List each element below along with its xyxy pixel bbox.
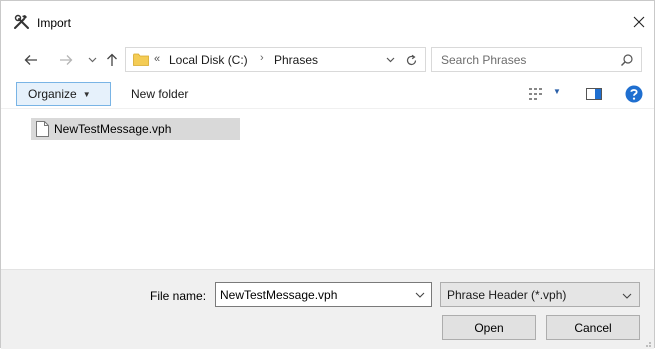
breadcrumb-local-disk[interactable]: Local Disk (C:)	[169, 53, 248, 67]
up-arrow-icon	[107, 53, 117, 66]
file-list[interactable]: NewTestMessage.vph	[1, 111, 654, 269]
chevron-down-icon	[88, 57, 96, 63]
organize-button[interactable]: Organize ▼	[16, 82, 111, 106]
file-name-value: NewTestMessage.vph	[220, 287, 338, 302]
breadcrumb-separator[interactable]: ›	[260, 52, 264, 64]
cancel-button[interactable]: Cancel	[546, 315, 640, 340]
search-input[interactable]: Search Phrases	[431, 47, 642, 72]
forward-arrow-icon	[60, 55, 73, 65]
address-bar[interactable]: « Local Disk (C:) › Phrases	[125, 47, 426, 72]
file-type-select[interactable]: Phrase Header (*.vph)	[440, 282, 640, 307]
file-type-value: Phrase Header (*.vph)	[447, 287, 567, 302]
command-bar: Organize ▼ New folder ▼	[1, 79, 654, 109]
list-item[interactable]: NewTestMessage.vph	[31, 118, 240, 140]
preview-pane-icon[interactable]	[586, 88, 602, 100]
breadcrumb-overflow[interactable]: «	[154, 53, 160, 65]
resize-grip-icon[interactable]	[642, 337, 652, 347]
window-title: Import	[37, 16, 72, 30]
refresh-button[interactable]	[402, 51, 420, 69]
chevron-down-icon	[415, 292, 425, 298]
chevron-down-icon	[386, 57, 394, 63]
close-icon	[633, 16, 645, 28]
tools-icon	[13, 14, 31, 30]
title-bar: Import	[1, 1, 654, 41]
file-name-dropdown-button[interactable]	[414, 289, 426, 301]
help-icon[interactable]	[625, 85, 643, 103]
new-folder-button[interactable]: New folder	[131, 87, 188, 101]
back-button[interactable]	[21, 49, 41, 71]
file-name: NewTestMessage.vph	[54, 122, 172, 136]
refresh-icon	[406, 54, 416, 65]
chevron-down-icon	[621, 290, 633, 302]
search-placeholder: Search Phrases	[441, 53, 527, 67]
close-button[interactable]	[624, 9, 654, 35]
organize-label: Organize	[28, 87, 77, 101]
bottom-panel: File name: NewTestMessage.vph Phrase Hea…	[1, 269, 654, 349]
up-button[interactable]	[103, 49, 121, 71]
open-button[interactable]: Open	[442, 315, 536, 340]
view-dropdown-button[interactable]: ▼	[553, 87, 561, 96]
file-icon	[36, 121, 49, 137]
folder-icon	[133, 53, 149, 66]
import-dialog: Import « Local Disk (C:) › Phrases Searc…	[0, 0, 655, 349]
breadcrumb-phrases[interactable]: Phrases	[274, 53, 318, 67]
forward-button[interactable]	[56, 49, 76, 71]
view-options-icon[interactable]	[528, 87, 544, 101]
back-arrow-icon	[24, 55, 37, 65]
file-name-label: File name:	[150, 289, 207, 303]
address-dropdown-button[interactable]	[382, 52, 398, 68]
file-name-field[interactable]: NewTestMessage.vph	[215, 282, 432, 307]
search-icon[interactable]	[620, 53, 634, 67]
caret-down-icon: ▼	[82, 89, 91, 99]
address-row: « Local Disk (C:) › Phrases Search Phras…	[1, 45, 654, 75]
recent-locations-button[interactable]	[85, 49, 99, 71]
